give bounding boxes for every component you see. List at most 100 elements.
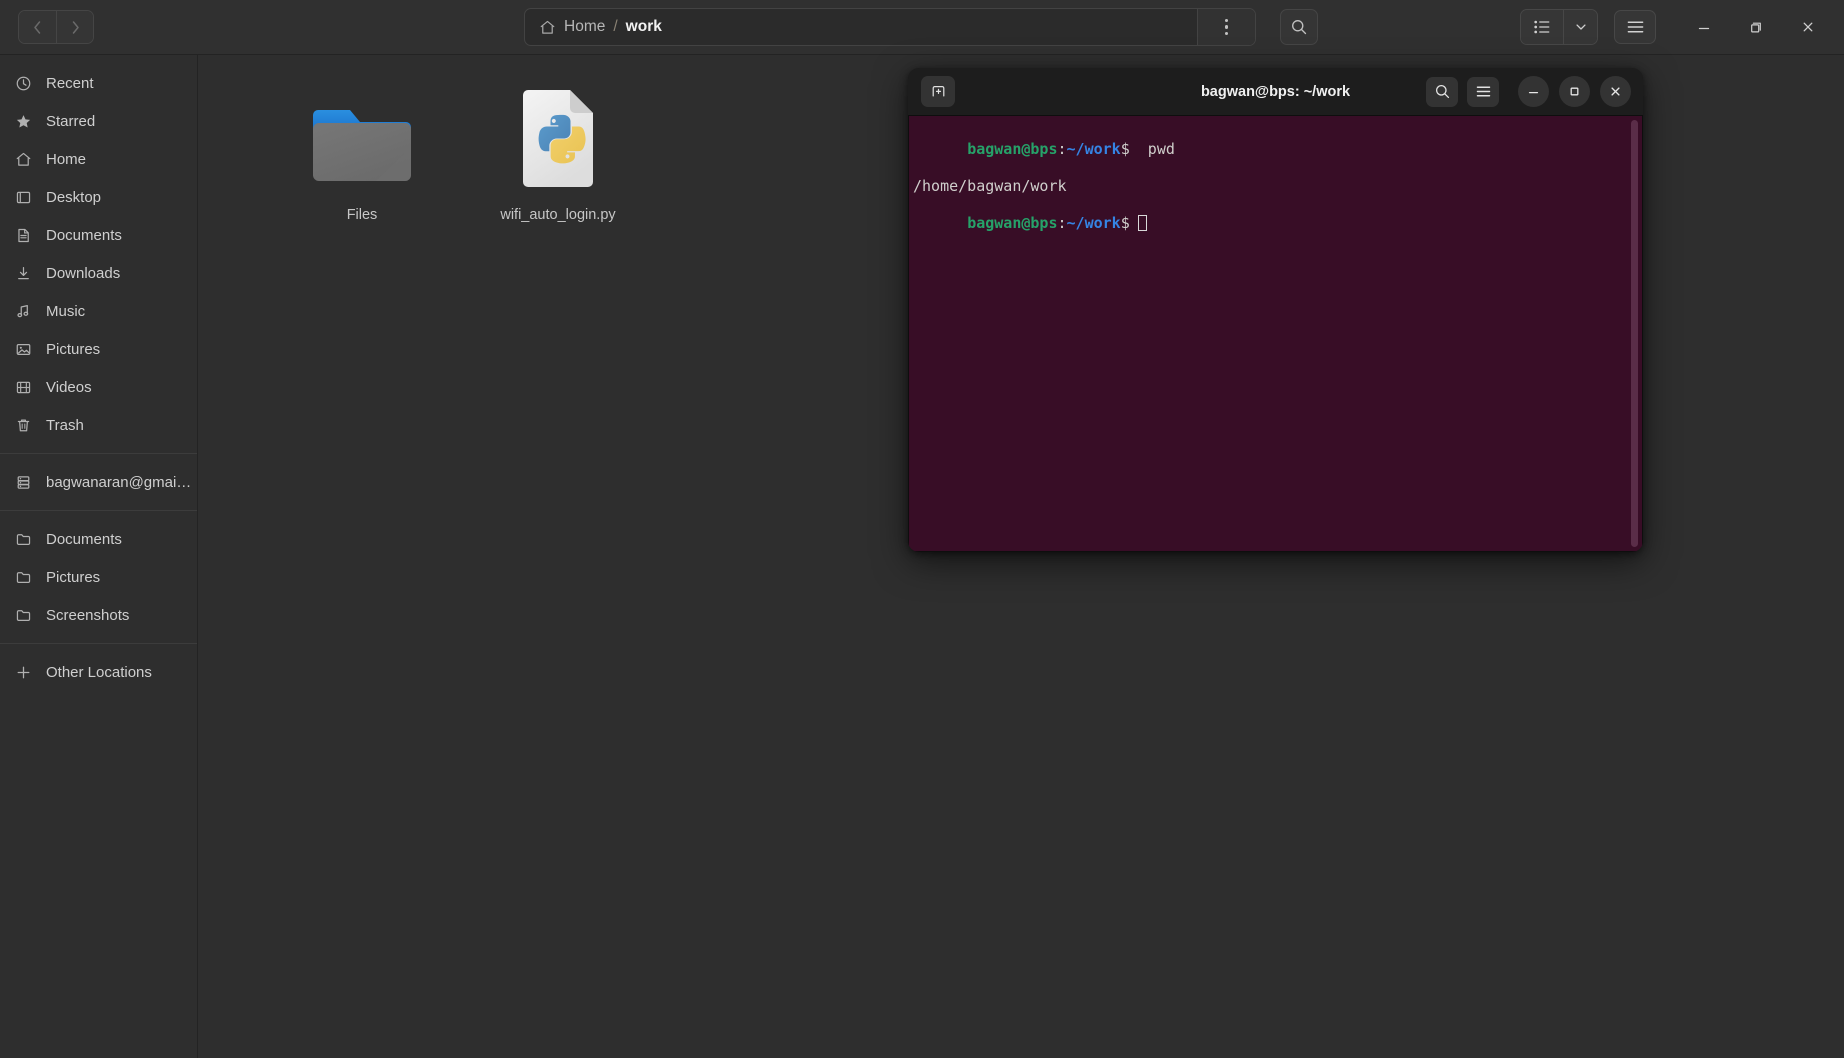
prompt-dollar: $ [1120,214,1130,233]
file-item-python-script[interactable]: wifi_auto_login.py [460,77,656,223]
search-icon [1435,84,1449,99]
sidebar-item-label: Pictures [46,568,101,586]
home-icon [539,19,556,36]
breadcrumb-current[interactable]: work [626,18,662,36]
sidebar-item-trash[interactable]: Trash [0,406,197,444]
navigation-group-wrap [12,10,94,44]
sidebar-item-label: Other Locations [46,663,152,681]
sidebar-item-label: Desktop [46,188,102,206]
folder-icon [14,530,33,549]
list-view-button[interactable] [1521,10,1563,44]
minimize-icon [1698,27,1710,30]
file-item-label: wifi_auto_login.py [500,207,616,223]
prompt-user-host: bagwan@bps [967,214,1058,233]
prompt-dollar: $ [1120,140,1130,159]
sidebar-item-videos[interactable]: Videos [0,368,197,406]
file-manager-header: Home / work [0,0,1844,55]
sidebar-item-label: Documents [46,530,122,548]
terminal-scrollbar[interactable] [1631,120,1638,547]
folder-icon [14,568,33,587]
prompt-colon: : [1057,140,1067,159]
clock-icon [14,74,33,93]
folder-icon [14,606,33,625]
terminal-cursor [1137,215,1147,232]
search-icon [1292,20,1307,35]
sidebar-item-label: Trash [46,416,84,434]
terminal-minimize-button[interactable] [1518,76,1549,107]
sidebar-item-other-locations[interactable]: Other Locations [0,653,197,691]
music-icon [14,302,33,321]
sidebar-item-label: bagwanaran@gmai… [46,473,192,491]
image-icon [14,340,33,359]
sidebar-divider [0,453,197,454]
window-maximize-button[interactable] [1736,7,1776,47]
file-item-folder[interactable]: Files [264,77,460,223]
navigation-group [18,10,94,44]
terminal-output: /home/bagwan/work [913,177,1067,196]
main-menu-button[interactable] [1614,10,1656,44]
sidebar-item-bookmark-pictures[interactable]: Pictures [0,558,197,596]
new-tab-icon [932,85,944,97]
sidebar: Recent Starred Home Desktop Documents Do… [0,55,198,1058]
terminal-menu-button[interactable] [1467,76,1499,107]
sidebar-item-music[interactable]: Music [0,292,197,330]
maximize-icon [1570,87,1579,96]
sidebar-divider [0,510,197,511]
sidebar-item-home[interactable]: Home [0,140,197,178]
sidebar-item-label: Starred [46,112,96,130]
sidebar-item-starred[interactable]: Starred [0,102,197,140]
sidebar-item-bookmark-screenshots[interactable]: Screenshots [0,596,197,634]
terminal-screen[interactable]: bagwan@bps:~/work$ pwd /home/bagwan/work… [908,115,1643,552]
forward-button[interactable] [56,11,93,43]
video-icon [14,378,33,397]
back-button[interactable] [19,11,56,43]
search-button[interactable] [1280,9,1318,45]
breadcrumb[interactable]: Home / work [525,9,1197,45]
star-icon [14,112,33,131]
folder-icon [308,83,416,191]
sidebar-item-desktop[interactable]: Desktop [0,178,197,216]
plus-icon [14,663,33,682]
terminal-command: pwd [1129,140,1175,159]
sidebar-item-recent[interactable]: Recent [0,64,197,102]
terminal-maximize-button[interactable] [1559,76,1590,107]
terminal-close-button[interactable] [1600,76,1631,107]
window-minimize-button[interactable] [1684,7,1724,47]
breadcrumb-home[interactable]: Home [564,18,605,36]
minimize-icon [1528,91,1539,94]
close-icon [1611,87,1620,96]
document-icon [14,226,33,245]
chevron-down-icon [1575,24,1586,30]
sidebar-item-pictures[interactable]: Pictures [0,330,197,368]
sidebar-item-account[interactable]: bagwanaran@gmai… [0,463,197,501]
sidebar-item-downloads[interactable]: Downloads [0,254,197,292]
terminal-window: bagwan@bps: ~/work bagwan@bps:~/work$ pw… [908,68,1643,552]
server-icon [14,473,33,492]
hamburger-icon [1476,86,1490,97]
list-view-icon [1534,20,1550,34]
terminal-titlebar: bagwan@bps: ~/work [908,68,1643,115]
view-options-button[interactable] [1563,10,1597,44]
prompt-path: ~/work [1066,214,1121,233]
window-close-button[interactable] [1788,7,1828,47]
python-file-icon [512,83,604,191]
sidebar-item-bookmark-documents[interactable]: Documents [0,520,197,558]
file-item-label: Files [346,207,378,223]
sidebar-item-documents[interactable]: Documents [0,216,197,254]
sidebar-item-label: Documents [46,226,122,244]
sidebar-item-label: Recent [46,74,94,92]
prompt-user-host: bagwan@bps [967,140,1058,159]
prompt-path: ~/work [1066,140,1121,159]
terminal-search-button[interactable] [1426,76,1458,107]
new-tab-button[interactable] [921,76,955,107]
prompt-colon: : [1057,214,1067,233]
breadcrumb-separator: / [613,18,618,35]
terminal-controls [1426,76,1634,107]
download-icon [14,264,33,283]
path-options-button[interactable] [1197,9,1255,45]
maximize-icon [1750,22,1761,33]
hamburger-icon [1627,21,1643,33]
trash-icon [14,416,33,435]
close-icon [1803,22,1813,32]
sidebar-item-label: Videos [46,378,92,396]
